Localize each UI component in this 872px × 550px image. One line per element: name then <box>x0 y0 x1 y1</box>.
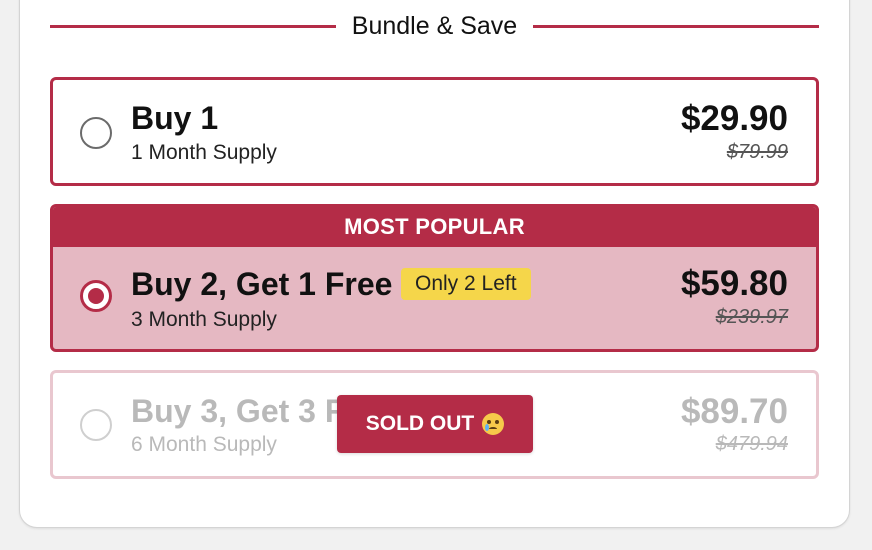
option-subtitle: 3 Month Supply <box>131 308 277 331</box>
option-compare-price: $239.97 <box>715 306 788 328</box>
radio-button[interactable] <box>80 117 112 149</box>
option-title: Buy 3, Get 3 F <box>131 393 345 429</box>
heading-divider-left <box>50 24 336 28</box>
option-price: $89.70 <box>680 392 788 431</box>
radio-button-disabled <box>80 409 112 441</box>
stock-badge: Only 2 Left <box>401 268 531 300</box>
frown-mouth <box>489 427 498 431</box>
option-price: $29.90 <box>680 99 788 138</box>
radio-dot <box>88 288 104 304</box>
sold-out-label: SOLD OUT <box>337 395 533 453</box>
section-heading: Bundle & Save <box>50 8 819 44</box>
option-title: Buy 1 <box>131 100 219 136</box>
option-compare-price: $479.94 <box>715 433 788 455</box>
sold-out-text: SOLD OUT <box>365 412 475 435</box>
radio-button-selected[interactable] <box>80 280 112 312</box>
heading-divider-right <box>533 24 819 28</box>
option-subtitle: 6 Month Supply <box>131 433 277 456</box>
option-subtitle: 1 Month Supply <box>131 141 277 164</box>
bundle-option-buy-3-get-3: Buy 3, Get 3 F 6 Month Supply $89.70 $47… <box>50 370 819 479</box>
section-title: Bundle & Save <box>351 11 518 40</box>
option-title: Buy 2, Get 1 Free <box>131 266 393 302</box>
option-compare-price: $79.99 <box>726 141 788 163</box>
crying-face-icon <box>482 413 505 435</box>
most-popular-banner: MOST POPULAR <box>53 207 816 247</box>
bundle-option-buy-2-get-1[interactable]: MOST POPULAR Buy 2, Get 1 Free Only 2 Le… <box>50 204 819 352</box>
option-price: $59.80 <box>680 264 788 303</box>
bundle-option-buy-1[interactable]: Buy 1 1 Month Supply $29.90 $79.99 <box>50 77 819 186</box>
